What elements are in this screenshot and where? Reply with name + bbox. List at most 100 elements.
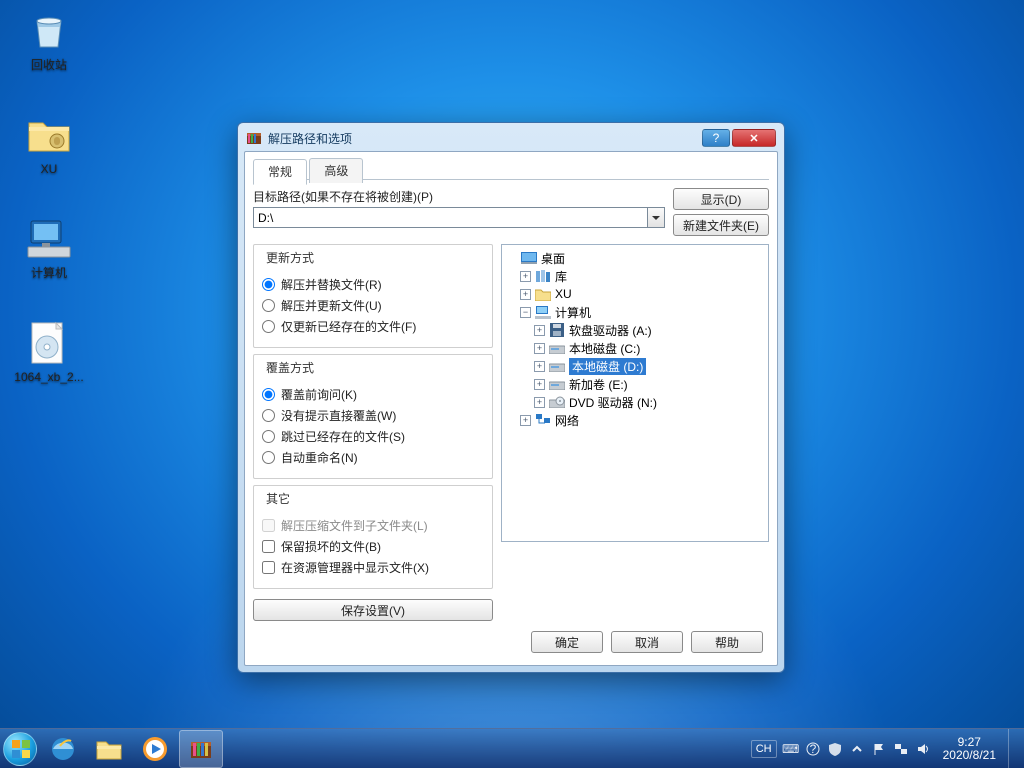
start-button[interactable] (0, 729, 40, 768)
network-icon (535, 412, 551, 428)
desktop-icon-label: 回收站 (12, 58, 86, 72)
cancel-button[interactable]: 取消 (611, 631, 683, 653)
show-desktop-button[interactable] (1008, 729, 1020, 768)
radio-auto-rename[interactable]: 自动重命名(N) (262, 449, 484, 466)
group-legend: 更新方式 (262, 249, 318, 266)
group-legend: 覆盖方式 (262, 359, 318, 376)
taskbar-winrar[interactable] (179, 730, 223, 768)
window-close-button[interactable] (732, 129, 776, 147)
folder-tree[interactable]: 桌面 + 库 + XU − (501, 244, 769, 542)
tray-date: 2020/8/21 (943, 749, 996, 762)
libraries-icon (535, 268, 551, 284)
titlebar[interactable]: 解压路径和选项 ? (244, 129, 778, 151)
media-player-icon (141, 735, 169, 763)
desktop-icon-folder-xu[interactable]: XU (12, 112, 86, 176)
tray-language[interactable]: CH (751, 740, 777, 758)
save-settings-button[interactable]: 保存设置(V) (253, 599, 493, 621)
group-update-mode: 更新方式 解压并替换文件(R) 解压并更新文件(U) 仅更新已经存在的文件(F) (253, 244, 493, 348)
tree-node-desktop[interactable]: 桌面 (504, 249, 766, 267)
desktop-icon (521, 250, 537, 266)
drive-icon (549, 340, 565, 356)
ie-icon (49, 735, 77, 763)
tree-node-disk-c[interactable]: + 本地磁盘 (C:) (532, 339, 766, 357)
radio-fresh-existing[interactable]: 仅更新已经存在的文件(F) (262, 318, 484, 335)
check-show-in-explorer[interactable]: 在资源管理器中显示文件(X) (262, 559, 484, 576)
desktop: 回收站 XU 计算机 1064_xb_2... 解压路径和选项 ? (0, 0, 1024, 768)
tabs: 常规 高级 (253, 158, 769, 180)
winrar-icon (246, 130, 262, 146)
desktop-icon-label: 计算机 (12, 266, 86, 280)
expand-icon[interactable]: + (520, 415, 531, 426)
desktop-icon-computer[interactable]: 计算机 (12, 216, 86, 280)
dialog-buttons: 确定 取消 帮助 (253, 621, 769, 655)
tree-node-dvd-n[interactable]: + DVD 驱动器 (N:) (532, 393, 766, 411)
expand-icon[interactable]: + (534, 361, 545, 372)
ok-button[interactable]: 确定 (531, 631, 603, 653)
radio-ask-before-overwrite[interactable]: 覆盖前询问(K) (262, 386, 484, 403)
tree-node-floppy-a[interactable]: + 软盘驱动器 (A:) (532, 321, 766, 339)
tab-general[interactable]: 常规 (253, 159, 307, 185)
destination-dropdown-button[interactable] (647, 207, 665, 228)
tree-node-disk-d[interactable]: + 本地磁盘 (D:) (532, 357, 766, 375)
computer-icon (535, 304, 551, 320)
desktop-icon-label: XU (12, 162, 86, 176)
group-other: 其它 解压压缩文件到子文件夹(L) 保留损坏的文件(B) 在资源管理器中显示文件… (253, 485, 493, 589)
expand-icon[interactable]: + (534, 379, 545, 390)
tray-clock[interactable]: 9:27 2020/8/21 (937, 736, 1002, 762)
folder-icon (26, 112, 72, 158)
radio-overwrite-no-prompt[interactable]: 没有提示直接覆盖(W) (262, 407, 484, 424)
tree-node-network[interactable]: + 网络 (518, 411, 766, 429)
taskbar: CH ⌨ ? 9:27 2020/8/21 (0, 728, 1024, 768)
tab-advanced[interactable]: 高级 (309, 158, 363, 183)
taskbar-explorer[interactable] (87, 730, 131, 768)
group-legend: 其它 (262, 490, 294, 507)
explorer-icon (95, 737, 123, 761)
tray-shield-icon[interactable] (827, 741, 843, 757)
computer-icon (26, 216, 72, 262)
tray-ime-icon[interactable]: ⌨ (783, 741, 799, 757)
window-title: 解压路径和选项 (268, 130, 702, 147)
svg-text:?: ? (809, 742, 816, 756)
desktop-icon-label: 1064_xb_2... (12, 370, 86, 384)
drive-icon (549, 376, 565, 392)
group-overwrite-mode: 覆盖方式 覆盖前询问(K) 没有提示直接覆盖(W) 跳过已经存在的文件(S) 自… (253, 354, 493, 479)
radio-skip-existing[interactable]: 跳过已经存在的文件(S) (262, 428, 484, 445)
expand-icon[interactable]: + (534, 397, 545, 408)
tray-help-icon[interactable]: ? (805, 741, 821, 757)
tray-volume-icon[interactable] (915, 741, 931, 757)
tree-node-libraries[interactable]: + 库 (518, 267, 766, 285)
check-keep-broken[interactable]: 保留损坏的文件(B) (262, 538, 484, 555)
winrar-icon (187, 735, 215, 763)
collapse-icon[interactable]: − (520, 307, 531, 318)
dialog-client: 常规 高级 目标路径(如果不存在将被创建)(P) 显示(D) 新建文件夹(E) (244, 151, 778, 666)
window-help-button[interactable]: ? (702, 129, 730, 147)
desktop-icon-file[interactable]: 1064_xb_2... (12, 320, 86, 384)
new-folder-button[interactable]: 新建文件夹(E) (673, 214, 769, 236)
expand-icon[interactable]: + (534, 343, 545, 354)
tray-chevron-up-icon[interactable] (849, 741, 865, 757)
destination-input[interactable] (253, 207, 647, 228)
system-tray: CH ⌨ ? 9:27 2020/8/21 (747, 729, 1024, 768)
help-button[interactable]: 帮助 (691, 631, 763, 653)
taskbar-ie[interactable] (41, 730, 85, 768)
tray-network-icon[interactable] (893, 741, 909, 757)
destination-combobox (253, 207, 665, 228)
tree-node-disk-e[interactable]: + 新加卷 (E:) (532, 375, 766, 393)
expand-icon[interactable]: + (534, 325, 545, 336)
radio-extract-replace[interactable]: 解压并替换文件(R) (262, 276, 484, 293)
desktop-icon-recycle-bin[interactable]: 回收站 (12, 8, 86, 72)
taskbar-media-player[interactable] (133, 730, 177, 768)
radio-extract-update[interactable]: 解压并更新文件(U) (262, 297, 484, 314)
display-button[interactable]: 显示(D) (673, 188, 769, 210)
tray-flag-icon[interactable] (871, 741, 887, 757)
drive-icon (549, 358, 565, 374)
disc-file-icon (26, 320, 72, 366)
tree-node-computer[interactable]: − 计算机 (518, 303, 766, 321)
dvd-drive-icon (549, 394, 565, 410)
expand-icon[interactable]: + (520, 271, 531, 282)
recycle-bin-icon (26, 8, 72, 54)
expand-icon[interactable]: + (520, 289, 531, 300)
extract-dialog: 解压路径和选项 ? 常规 高级 目标路径(如果不存在将被创建)(P) (237, 122, 785, 673)
check-extract-subfolder: 解压压缩文件到子文件夹(L) (262, 517, 484, 534)
tree-node-user-xu[interactable]: + XU (518, 285, 766, 303)
